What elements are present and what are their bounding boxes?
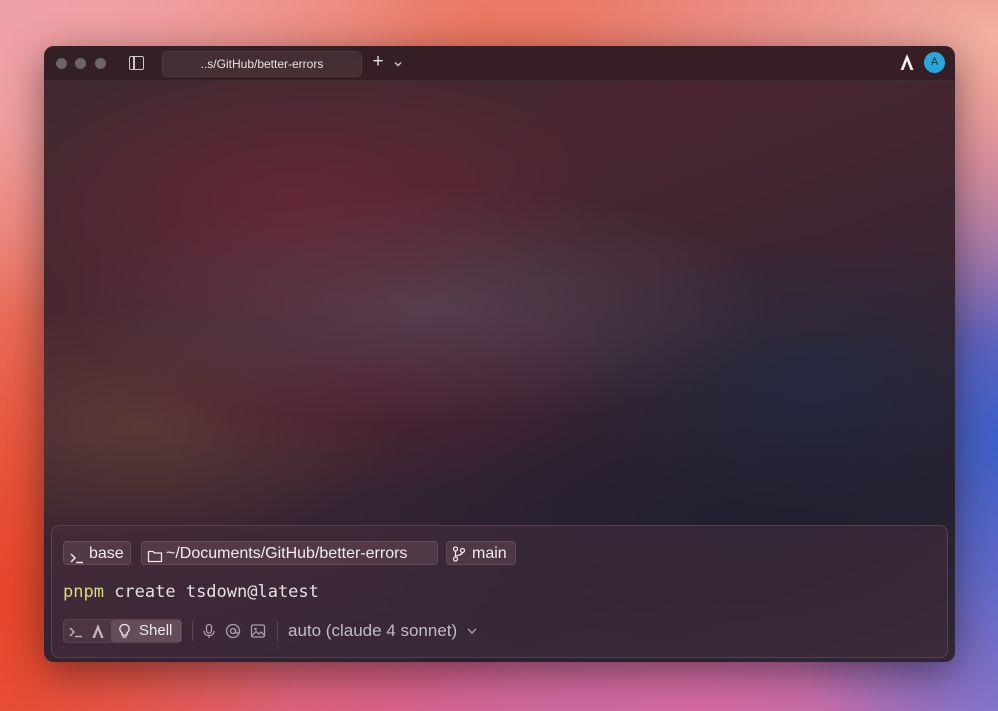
chevron-down-icon[interactable] [393, 56, 403, 67]
microphone-icon[interactable] [201, 623, 217, 639]
tab-current[interactable]: ..s/GitHub/better-errors [162, 51, 362, 77]
model-label: auto (claude 4 sonnet) [288, 621, 458, 640]
terminal-prompt-icon [70, 548, 84, 572]
sidebar-toggle-icon[interactable] [129, 56, 144, 70]
model-selector[interactable]: auto (claude 4 sonnet) [288, 619, 478, 643]
env-label: base [89, 545, 124, 562]
folder-icon [147, 547, 163, 571]
warp-logo-icon[interactable] [91, 623, 105, 644]
command-head: pnpm [63, 582, 104, 602]
close-window-button[interactable] [56, 58, 67, 69]
command-text[interactable]: pnpm create tsdown@latest [63, 581, 319, 603]
command-input-panel[interactable]: base ~/Documents/GitHub/better-errors ma… [51, 525, 948, 658]
image-icon[interactable] [250, 623, 266, 639]
path-chip[interactable]: ~/Documents/GitHub/better-errors [141, 541, 438, 565]
divider [277, 621, 278, 641]
warp-logo-icon[interactable] [899, 53, 915, 71]
terminal-window: ..s/GitHub/better-errors + A base ~/Docu… [44, 46, 955, 662]
mode-selector[interactable]: Shell [63, 619, 182, 644]
path-label: ~/Documents/GitHub/better-errors [166, 545, 408, 562]
terminal-prompt-icon[interactable] [69, 625, 83, 643]
branch-label: main [472, 545, 507, 562]
plus-icon[interactable]: + [370, 52, 386, 72]
title-bar: ..s/GitHub/better-errors + A [44, 46, 955, 81]
shell-mode-label: Shell [139, 622, 173, 639]
command-rest: create tsdown@latest [103, 582, 319, 602]
minimize-window-button[interactable] [75, 58, 86, 69]
lightbulb-icon [118, 623, 131, 644]
env-chip[interactable]: base [63, 541, 131, 565]
chevron-down-icon [467, 628, 477, 634]
avatar[interactable]: A [924, 52, 945, 73]
divider [192, 621, 193, 641]
zoom-window-button[interactable] [95, 58, 106, 69]
branch-chip[interactable]: main [446, 541, 516, 565]
at-icon[interactable] [225, 623, 241, 639]
shell-mode-button[interactable]: Shell [111, 620, 182, 642]
desktop-background: ..s/GitHub/better-errors + A base ~/Docu… [0, 0, 998, 711]
git-branch-icon [452, 546, 466, 570]
